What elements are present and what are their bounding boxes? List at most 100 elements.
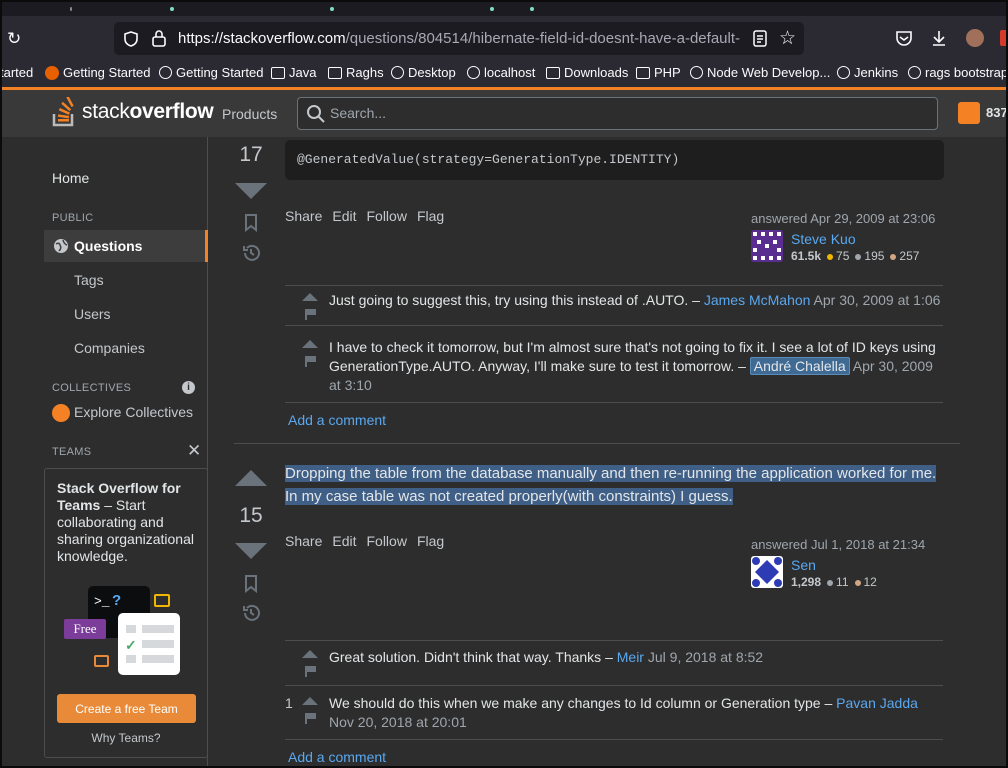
shield-icon[interactable] bbox=[122, 30, 140, 48]
comment: Great solution. Didn't think that way. T… bbox=[329, 649, 764, 665]
info-icon[interactable]: i bbox=[182, 381, 195, 394]
nav-tags[interactable]: Tags bbox=[74, 272, 104, 288]
answered-timestamp[interactable]: answered Jul 1, 2018 at 21:34 bbox=[751, 537, 925, 552]
edit-link[interactable]: Edit bbox=[332, 533, 356, 549]
bookmark-item[interactable]: localhost bbox=[467, 65, 535, 80]
silver-badge-icon bbox=[855, 254, 862, 260]
user-reputation: 1,298 11 12 bbox=[791, 575, 877, 589]
answer-body: Dropping the table from the database man… bbox=[285, 465, 937, 505]
create-team-button[interactable]: Create a free Team bbox=[57, 694, 196, 723]
globe-icon bbox=[837, 66, 850, 79]
bookmark-item[interactable]: Jenkins bbox=[837, 65, 898, 80]
user-name[interactable]: Steve Kuo bbox=[791, 231, 856, 247]
browser-window: ↻ https://stackoverflow.com/questions/80… bbox=[0, 0, 1008, 768]
nav-explore-collectives[interactable]: Explore Collectives bbox=[74, 404, 193, 420]
code-text: @GeneratedValue(strategy=GenerationType.… bbox=[297, 152, 680, 167]
search-box[interactable] bbox=[297, 97, 938, 130]
vote-up-button[interactable] bbox=[235, 470, 267, 486]
bookmark-item[interactable]: Raghs bbox=[328, 65, 384, 80]
comment: I have to check it tomorrow, but I'm alm… bbox=[329, 339, 936, 393]
extension-icon[interactable] bbox=[1000, 30, 1006, 46]
comment-flag-icon[interactable] bbox=[305, 309, 316, 320]
tab-indicator bbox=[530, 7, 534, 11]
follow-link[interactable]: Follow bbox=[366, 533, 406, 549]
bookmark-item[interactable]: Getting Started bbox=[45, 65, 150, 80]
lock-icon[interactable] bbox=[151, 29, 167, 47]
history-icon[interactable] bbox=[241, 603, 261, 623]
reputation-count[interactable]: 837 bbox=[986, 105, 1006, 120]
bookmark-item[interactable]: Downloads bbox=[546, 65, 628, 80]
bookmark-icon[interactable] bbox=[243, 213, 259, 232]
globe-icon bbox=[54, 239, 68, 253]
flag-link[interactable]: Flag bbox=[417, 533, 444, 549]
bookmark-item[interactable]: Desktop bbox=[391, 65, 456, 80]
comment-user[interactable]: André Chalella bbox=[749, 357, 850, 375]
nav-section-collectives: COLLECTIVES bbox=[52, 382, 132, 394]
comment-score: 1 bbox=[285, 695, 293, 711]
comment-flag-icon[interactable] bbox=[305, 713, 316, 724]
reload-icon[interactable]: ↻ bbox=[7, 29, 21, 49]
checklist-illustration: ✓ bbox=[118, 613, 180, 675]
history-icon[interactable] bbox=[241, 243, 261, 263]
edit-link[interactable]: Edit bbox=[332, 208, 356, 224]
bookmark-icon[interactable] bbox=[243, 574, 259, 593]
comment-upvote-icon[interactable] bbox=[302, 697, 318, 705]
comment-time[interactable]: Nov 20, 2018 at 20:01 bbox=[329, 714, 467, 730]
avatar[interactable] bbox=[751, 230, 783, 262]
add-comment-link[interactable]: Add a comment bbox=[288, 749, 386, 765]
comment-time[interactable]: Apr 30, 2009 at 1:06 bbox=[810, 292, 941, 308]
comment-upvote-icon[interactable] bbox=[302, 340, 318, 348]
profile-avatar[interactable] bbox=[966, 29, 984, 47]
vote-down-button[interactable] bbox=[235, 183, 267, 199]
bookmark-item[interactable]: PHP bbox=[636, 65, 681, 80]
products-menu[interactable]: Products bbox=[222, 106, 277, 122]
bookmark-item[interactable]: Getting Started bbox=[159, 65, 263, 80]
url-text[interactable]: https://stackoverflow.com/questions/8045… bbox=[178, 30, 743, 47]
vote-count: 17 bbox=[239, 143, 263, 166]
inbox-icon[interactable] bbox=[958, 102, 980, 124]
comment-time[interactable]: Jul 9, 2018 at 8:52 bbox=[644, 649, 763, 665]
bookmark-item[interactable]: rags bootstrap bbox=[908, 65, 1006, 80]
bookmark-star-icon[interactable]: ☆ bbox=[779, 27, 796, 50]
folder-icon bbox=[636, 66, 650, 79]
share-link[interactable]: Share bbox=[285, 533, 322, 549]
comment-user[interactable]: James McMahon bbox=[704, 292, 811, 308]
share-link[interactable]: Share bbox=[285, 208, 322, 224]
answer-divider bbox=[234, 443, 960, 444]
bookmark-item[interactable]: Node Web Develop... bbox=[690, 65, 830, 80]
nav-home[interactable]: Home bbox=[52, 170, 89, 186]
chat-bubble-icon bbox=[94, 655, 109, 667]
nav-questions[interactable]: Questions bbox=[74, 238, 142, 254]
bookmark-item[interactable]: Java bbox=[271, 65, 316, 80]
bookmark-item[interactable]: tarted bbox=[2, 65, 33, 80]
pocket-icon[interactable] bbox=[895, 30, 913, 47]
nav-users[interactable]: Users bbox=[74, 306, 111, 322]
download-icon[interactable] bbox=[931, 29, 947, 47]
add-comment-link[interactable]: Add a comment bbox=[288, 412, 386, 428]
comment-user[interactable]: Meir bbox=[617, 649, 644, 665]
vote-down-button[interactable] bbox=[235, 543, 267, 559]
chat-bubble-icon bbox=[154, 594, 170, 607]
site-logo[interactable]: stackoverflow bbox=[52, 97, 214, 127]
search-input[interactable] bbox=[330, 105, 890, 121]
comment-user[interactable]: Pavan Jadda bbox=[836, 695, 918, 711]
follow-link[interactable]: Follow bbox=[366, 208, 406, 224]
comment-flag-icon[interactable] bbox=[305, 666, 316, 677]
flag-link[interactable]: Flag bbox=[417, 208, 444, 224]
answered-timestamp[interactable]: answered Apr 29, 2009 at 23:06 bbox=[751, 211, 935, 226]
globe-icon bbox=[159, 66, 172, 79]
comment: We should do this when we make any chang… bbox=[329, 695, 918, 730]
close-icon[interactable]: ✕ bbox=[187, 441, 201, 461]
reader-view-icon[interactable] bbox=[752, 30, 768, 47]
teams-promo-text: Stack Overflow for Teams – Start collabo… bbox=[57, 480, 194, 564]
why-teams-link[interactable]: Why Teams? bbox=[44, 731, 208, 745]
divider bbox=[285, 285, 943, 286]
comment-upvote-icon[interactable] bbox=[302, 293, 318, 301]
comment-upvote-icon[interactable] bbox=[302, 650, 318, 658]
nav-companies[interactable]: Companies bbox=[74, 340, 145, 356]
comment-flag-icon[interactable] bbox=[305, 356, 316, 367]
avatar[interactable] bbox=[751, 556, 783, 588]
comment: Just going to suggest this, try using th… bbox=[329, 292, 941, 308]
vote-count: 15 bbox=[239, 504, 263, 527]
user-name[interactable]: Sen bbox=[791, 557, 816, 573]
